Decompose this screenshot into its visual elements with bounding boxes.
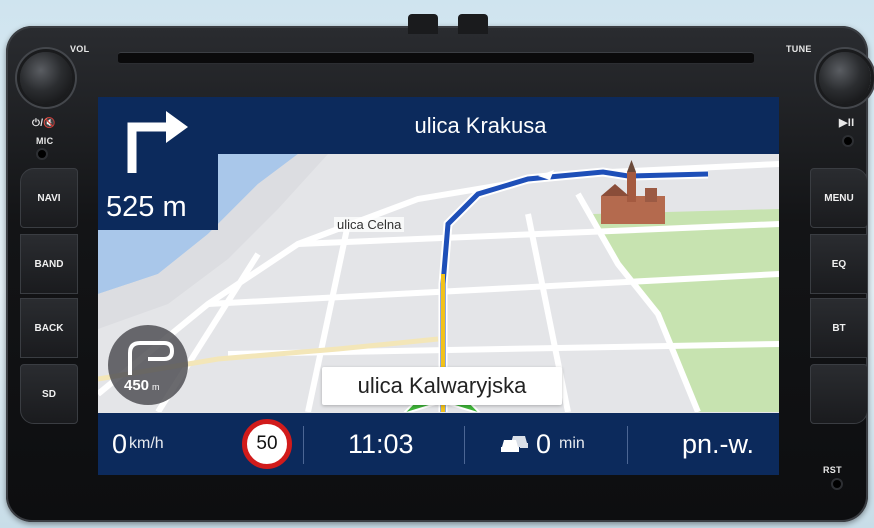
play-pause-button[interactable]: ▶II	[839, 116, 854, 129]
mount-tab-right	[458, 14, 488, 34]
speed-value: 0	[112, 428, 128, 459]
separator	[464, 426, 465, 464]
roundabout-exit-icon	[128, 341, 175, 375]
separator	[627, 426, 628, 464]
clock: 11:03	[348, 428, 414, 459]
separator	[303, 426, 304, 464]
indicator-hole	[842, 135, 854, 147]
navigation-screen[interactable]: ulica Celna ulica Krakusa 525 m 450 m uli…	[98, 97, 779, 475]
speed-limit-value: 50	[242, 419, 292, 469]
speed-limit-sign: 50	[242, 413, 292, 475]
rst-label: RST	[823, 465, 842, 475]
traffic-cars-icon	[501, 436, 528, 452]
status-bar: 0 km/h 50 11:03 0 min pn.-w.	[98, 413, 779, 475]
turn-instruction[interactable]: 525 m	[98, 97, 218, 230]
traffic-delay[interactable]: 0 min	[500, 413, 585, 475]
cd-slot	[118, 52, 754, 64]
mic-hole	[36, 148, 48, 160]
mount-tab-left	[408, 14, 438, 34]
next-street-name: ulica Krakusa	[414, 112, 547, 138]
back-button[interactable]: BACK	[20, 298, 78, 358]
speed-readout: 0 km/h	[112, 413, 164, 475]
tune-knob[interactable]	[819, 52, 871, 104]
current-street-label: ulica Kalwaryjska	[322, 367, 562, 405]
navi-button[interactable]: NAVI	[20, 168, 78, 228]
bt-button[interactable]: BT	[810, 298, 868, 358]
tune-label: TUNE	[786, 44, 812, 54]
reset-hole[interactable]	[831, 478, 843, 490]
turn-right-arrow-icon	[127, 111, 188, 173]
band-button[interactable]: BAND	[20, 234, 78, 294]
eq-button[interactable]: EQ	[810, 234, 868, 294]
traffic-delay-unit: min	[559, 435, 585, 452]
roundabout-distance: 450 m	[124, 377, 160, 394]
blank-button[interactable]	[810, 364, 868, 424]
turn-distance: 525 m	[106, 191, 187, 223]
power-mute-icon[interactable]: ⏻/🔇	[32, 118, 56, 129]
day-indicator: pn.-w.	[682, 428, 755, 459]
map-street-label: ulica Celna	[334, 217, 405, 232]
speed-unit: km/h	[129, 435, 164, 452]
roundabout-indicator: 450 m	[108, 325, 188, 405]
mic-label: MIC	[36, 136, 54, 146]
menu-button[interactable]: MENU	[810, 168, 868, 228]
volume-knob[interactable]	[20, 52, 72, 104]
sd-button[interactable]: SD	[20, 364, 78, 424]
traffic-delay-value: 0	[536, 428, 552, 459]
vol-label: VOL	[70, 44, 90, 54]
